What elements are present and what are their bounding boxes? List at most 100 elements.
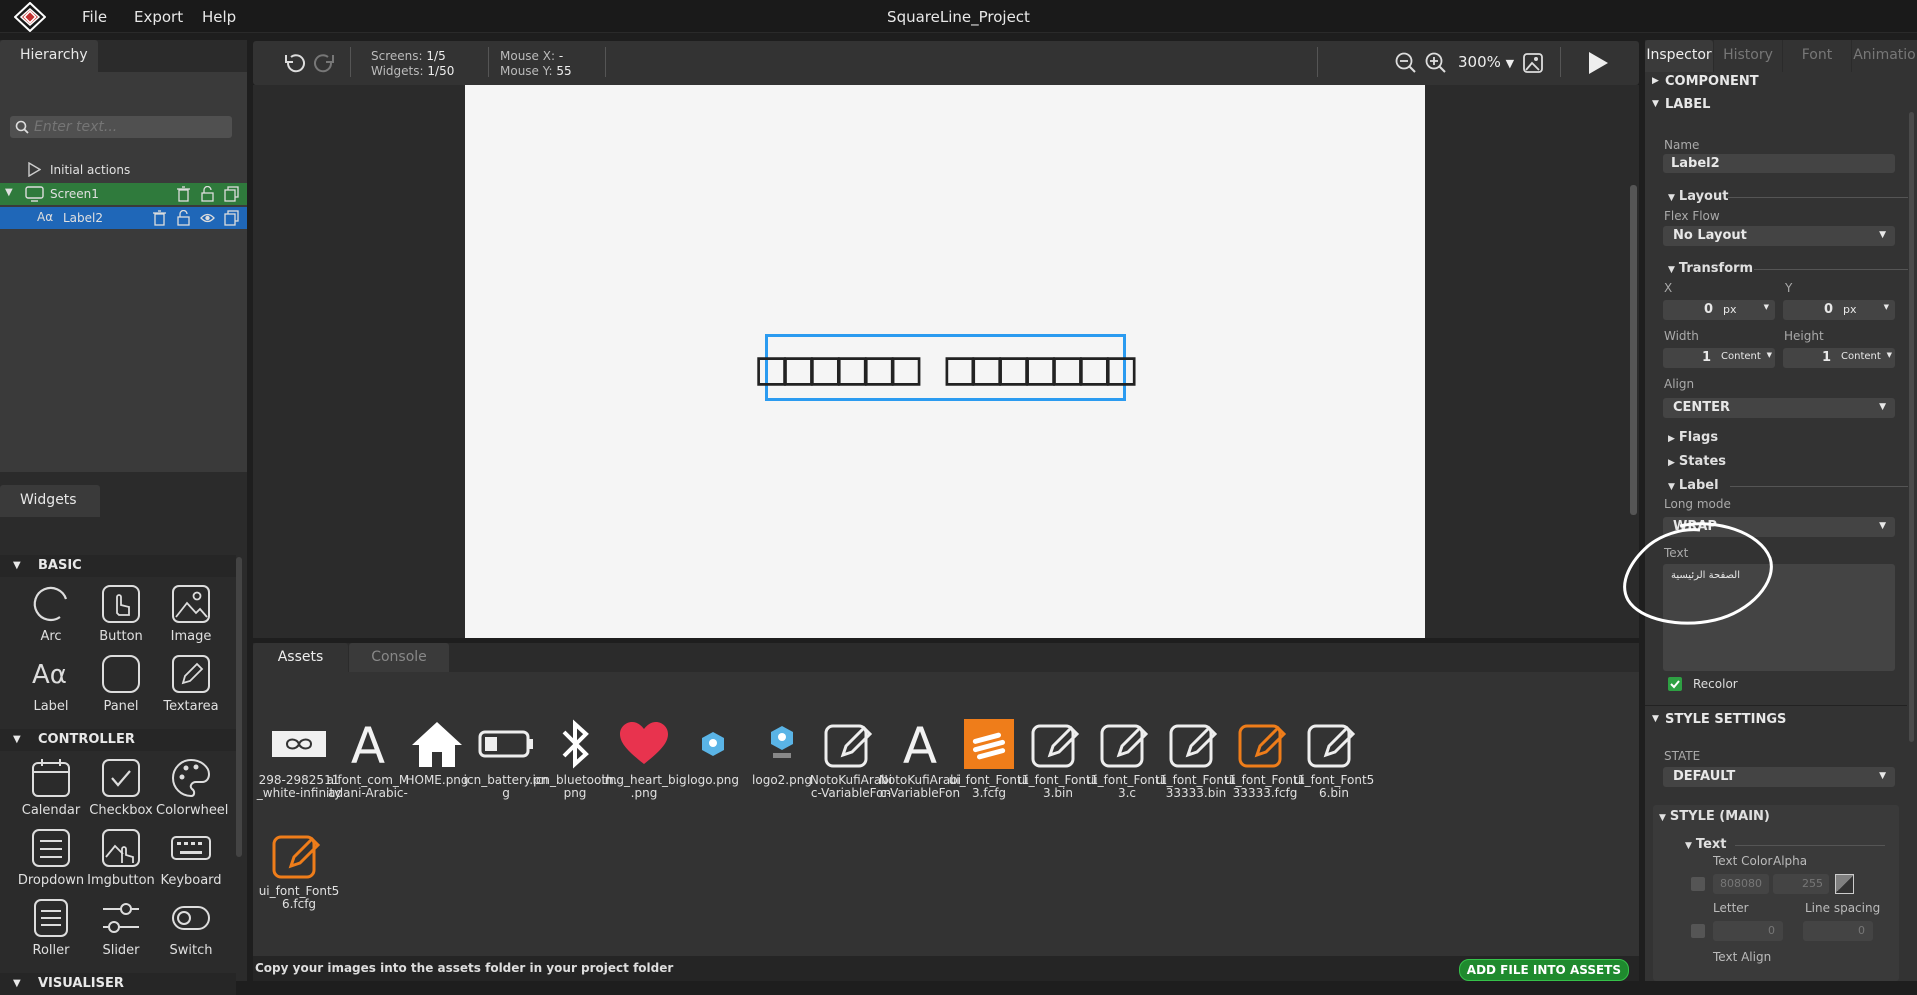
section-label[interactable]: ▼ LABEL	[1645, 95, 1907, 117]
tab-history[interactable]: History	[1714, 40, 1782, 72]
tab-font[interactable]: Font	[1783, 40, 1851, 72]
widget-checkbox[interactable]: Checkbox	[86, 757, 156, 818]
bottom-tabs-bar	[253, 643, 1639, 672]
line-spacing-input[interactable]: 0	[1803, 921, 1873, 941]
play-outline-icon	[28, 162, 41, 177]
tab-widgets[interactable]: Widgets	[0, 485, 100, 517]
assets-panel: Assets Console 298-2982511 _white-infini…	[253, 643, 1639, 981]
asset-item[interactable]: ui_font_Font5 6.bin	[1289, 716, 1379, 800]
logo-icon	[683, 716, 743, 772]
widget-textarea[interactable]: Textarea	[156, 653, 226, 714]
recolor-checkbox[interactable]	[1668, 677, 1682, 691]
zoom-in-icon[interactable]	[1425, 52, 1447, 74]
y-input[interactable]: 0 px ▼	[1783, 300, 1895, 320]
zoom-select[interactable]: 300% ▼	[1458, 53, 1514, 71]
panel-icon	[102, 655, 140, 693]
slider-icon	[103, 903, 139, 933]
flex-flow-dropdown[interactable]: No Layout ▼	[1663, 226, 1895, 246]
add-file-button[interactable]: ADD FILE INTO ASSETS	[1458, 959, 1629, 981]
undo-icon[interactable]	[282, 51, 306, 75]
duplicate-icon[interactable]	[224, 210, 239, 226]
search-input[interactable]	[34, 118, 224, 136]
height-input[interactable]: 1 Content ▼	[1783, 348, 1895, 368]
section-controller[interactable]: ▼ CONTROLLER	[0, 729, 236, 751]
font-icon: A	[890, 716, 950, 772]
widget-slider[interactable]: Slider	[86, 897, 156, 958]
x-label: X	[1664, 281, 1673, 295]
text-color-input[interactable]: 808080	[1713, 874, 1769, 894]
widget-panel[interactable]: Panel	[86, 653, 156, 714]
inspector-scrollbar[interactable]	[1909, 112, 1914, 742]
flags-header[interactable]: ▶ Flags	[1668, 430, 1718, 445]
tab-console[interactable]: Console	[349, 643, 449, 672]
play-icon[interactable]	[1586, 51, 1610, 75]
width-input[interactable]: 1 Content ▼	[1663, 348, 1775, 368]
text-style-header[interactable]: ▼ Text	[1685, 837, 1885, 852]
tab-inspector[interactable]: Inspector	[1645, 40, 1713, 72]
x-input[interactable]: 0 px ▼	[1663, 300, 1775, 320]
transform-header[interactable]: ▼ Transform	[1668, 261, 1908, 276]
letter-input[interactable]: 0	[1713, 921, 1783, 941]
duplicate-icon[interactable]	[224, 186, 239, 202]
mouse-readout: Mouse X: - Mouse Y: 55	[500, 49, 572, 78]
tab-hierarchy[interactable]: Hierarchy	[0, 40, 98, 72]
style-main-box: ▼ STYLE (MAIN) ▼ Text Text Color Alpha 808…	[1653, 805, 1899, 981]
label-sub-header[interactable]: ▼ Label	[1668, 478, 1908, 493]
align-dropdown[interactable]: CENTER ▼	[1663, 398, 1895, 418]
unlock-icon[interactable]	[200, 186, 215, 202]
tree-row-label2[interactable]: Aα Label2	[0, 207, 247, 229]
trash-icon[interactable]	[152, 210, 167, 226]
widget-colorwheel[interactable]: Colorwheel	[156, 757, 228, 818]
widget-label[interactable]: Aα Label	[16, 653, 86, 714]
widgets-scrollbar[interactable]	[236, 557, 242, 857]
widget-button[interactable]: Button	[86, 583, 156, 644]
alpha-input[interactable]: 255	[1773, 874, 1829, 894]
home-icon	[407, 716, 467, 772]
canvas-label-selected[interactable]: □□□□□□ □□□□□□□	[757, 334, 1136, 401]
unlock-icon[interactable]	[176, 210, 191, 226]
trash-icon[interactable]	[176, 186, 191, 202]
image-preview-icon[interactable]	[1522, 52, 1544, 74]
states-header[interactable]: ▶ States	[1668, 454, 1726, 469]
font-icon: A	[338, 716, 398, 772]
tab-animation[interactable]: Animatio	[1852, 40, 1917, 72]
name-input[interactable]: Label2	[1663, 154, 1895, 173]
redo-icon[interactable]	[313, 51, 337, 75]
canvas-scrollbar[interactable]	[1630, 185, 1637, 515]
widget-arc[interactable]: Arc	[16, 583, 86, 644]
line-spacing-label: Line spacing	[1805, 901, 1881, 915]
section-component[interactable]: ▶ COMPONENT	[1645, 72, 1907, 94]
zoom-out-icon[interactable]	[1395, 52, 1417, 74]
tree-row-screen1[interactable]: ▼ Screen1	[0, 183, 247, 205]
eye-icon[interactable]	[200, 210, 215, 226]
layout-header[interactable]: ▼ Layout	[1668, 189, 1908, 204]
widget-calendar[interactable]: Calendar	[16, 757, 86, 818]
state-dropdown[interactable]: DEFAULT ▼	[1663, 767, 1895, 787]
widget-keyboard[interactable]: Keyboard	[156, 827, 226, 888]
style-main-header[interactable]: ▼ STYLE (MAIN)	[1659, 809, 1770, 824]
section-basic[interactable]: ▼ BASIC	[0, 555, 236, 577]
text-align-label: Text Align	[1713, 950, 1772, 964]
initial-actions-row[interactable]: Initial actions	[0, 159, 247, 181]
widget-switch[interactable]: Switch	[156, 897, 226, 958]
assets-footer: Copy your images into the assets folder …	[253, 956, 1639, 981]
hierarchy-panel: Initial actions ▼ Screen1 Aα Label2	[0, 72, 247, 472]
state-label: STATE	[1664, 749, 1701, 763]
section-style-settings[interactable]: ▼ STYLE SETTINGS	[1645, 710, 1907, 732]
asset-item[interactable]: ui_font_Font5 6.fcfg	[254, 827, 344, 911]
screen-name: Screen1	[50, 187, 99, 201]
expand-arrow-icon[interactable]: ▼	[5, 187, 13, 198]
tab-assets[interactable]: Assets	[253, 643, 348, 672]
widget-image[interactable]: Image	[156, 583, 226, 644]
widget-dropdown[interactable]: Dropdown	[16, 827, 86, 888]
color-swatch[interactable]	[1835, 874, 1854, 894]
widget-imgbutton[interactable]: Imgbutton	[86, 827, 156, 888]
menu-bar: File Export Help SquareLine_Project	[0, 0, 1917, 33]
section-visualiser[interactable]: ▼ VISUALISER	[0, 973, 236, 995]
letter-checkbox[interactable]	[1691, 924, 1705, 938]
initial-actions-label: Initial actions	[50, 163, 131, 177]
text-color-checkbox[interactable]	[1691, 877, 1705, 891]
height-label: Height	[1784, 329, 1824, 343]
widget-roller[interactable]: Roller	[16, 897, 86, 958]
hierarchy-search[interactable]	[10, 116, 232, 138]
